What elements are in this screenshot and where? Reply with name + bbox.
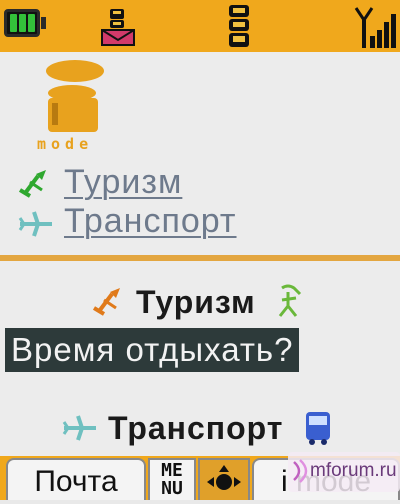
tourism-icon xyxy=(18,170,46,198)
directional-pad-icon xyxy=(207,465,241,490)
imode-icon xyxy=(229,5,249,47)
airplane-icon xyxy=(62,415,96,441)
watermark-logo-icon xyxy=(293,459,308,483)
menu-label: MENU xyxy=(161,460,183,499)
softkey-mail[interactable]: Почта xyxy=(6,458,146,500)
tourism-icon xyxy=(92,288,120,316)
section-title-transport: Транспорт xyxy=(108,410,284,446)
logo-text: mode xyxy=(37,135,94,153)
section-divider xyxy=(0,255,400,261)
battery-full-icon xyxy=(4,9,40,37)
link-tourism[interactable]: Туризм xyxy=(64,163,182,202)
status-bar xyxy=(0,0,400,52)
mail-icon xyxy=(101,9,135,46)
airplane-icon xyxy=(18,211,52,237)
hiker-icon xyxy=(278,284,302,317)
nav-key[interactable] xyxy=(198,458,250,500)
link-transport[interactable]: Транспорт xyxy=(64,202,237,241)
softkey-menu[interactable]: MENU xyxy=(148,458,196,500)
highlight-banner[interactable]: Время отдыхать? xyxy=(5,328,300,372)
battery-tip xyxy=(41,17,46,29)
watermark-text: mforum.ru xyxy=(310,460,397,481)
section-title-tourism: Туризм xyxy=(136,284,256,320)
signal-strength-icon xyxy=(354,7,396,48)
bus-icon xyxy=(306,412,330,445)
